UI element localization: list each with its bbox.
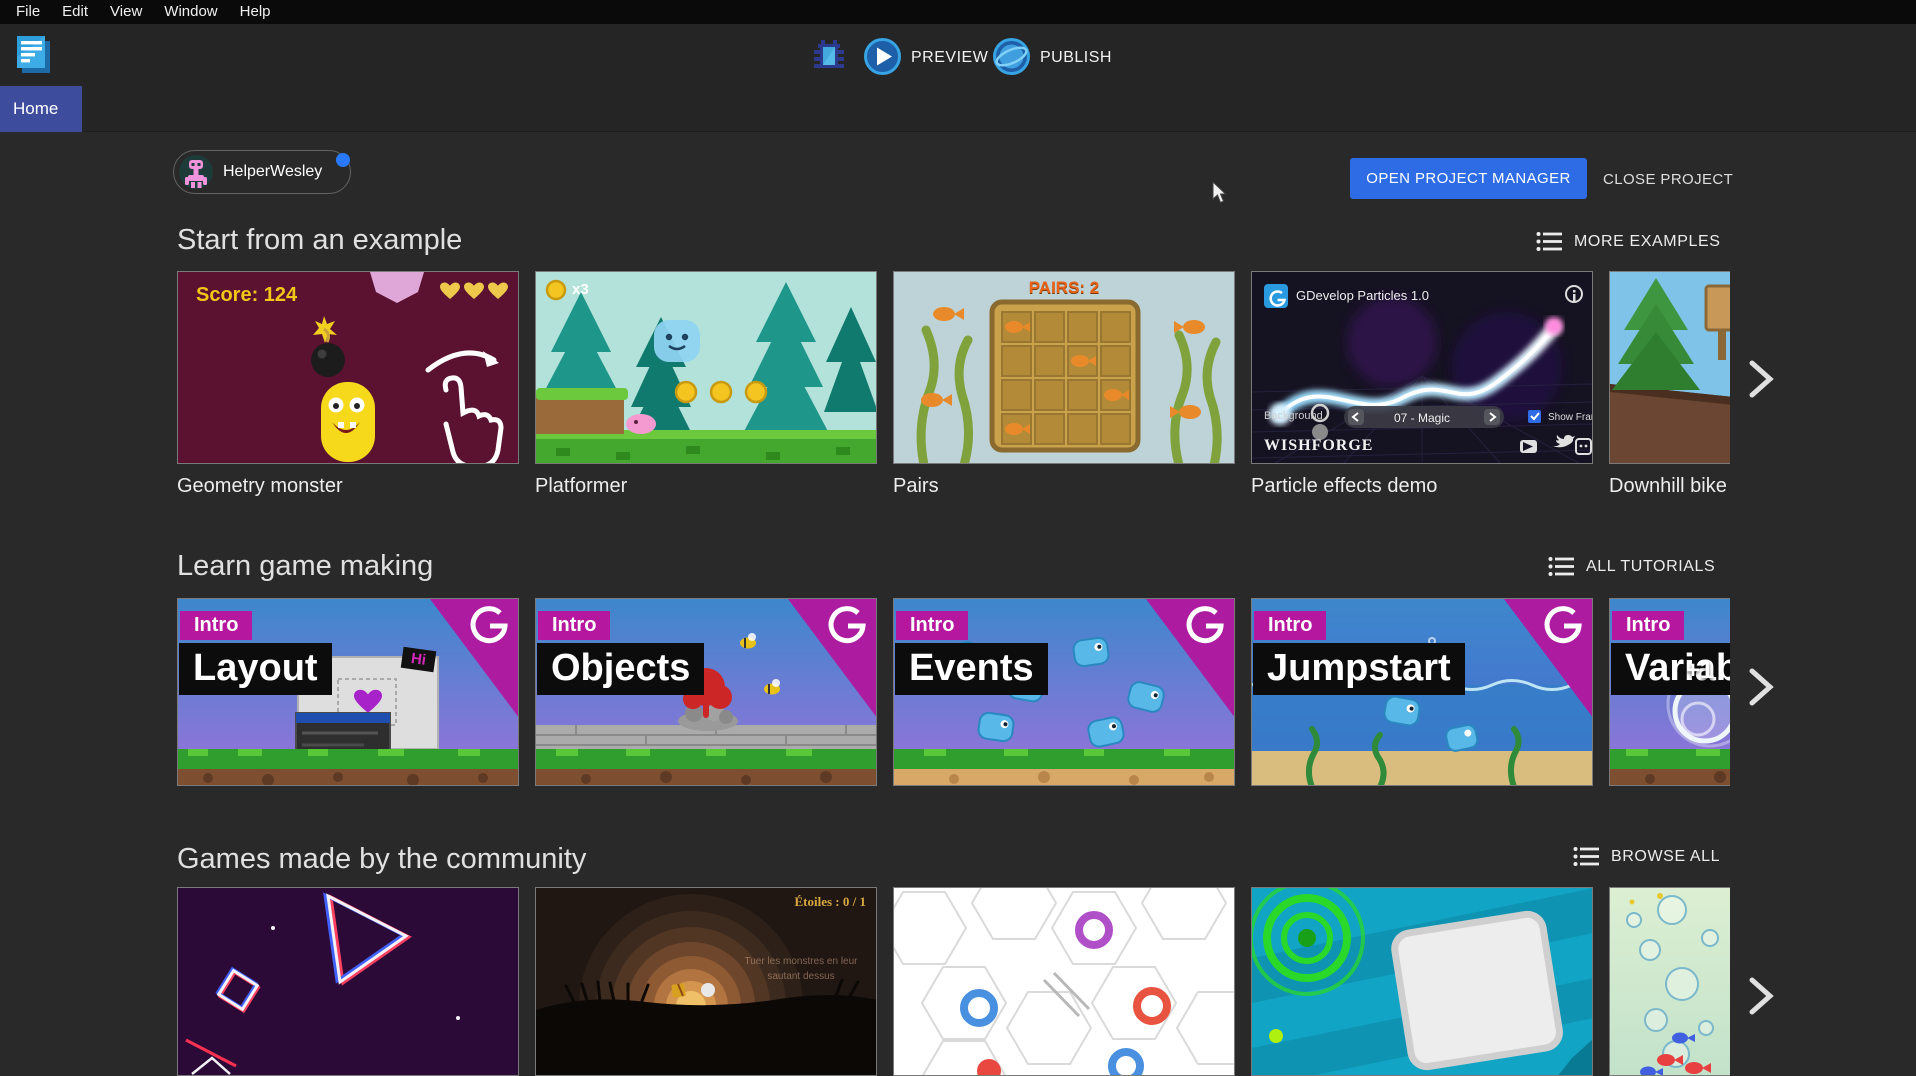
community-card-neon-geometry[interactable] [177,887,519,1076]
publish-planet-icon [993,38,1030,75]
notification-dot [336,153,350,167]
preview-label: PREVIEW [911,47,988,67]
stars-counter: Étoiles : 0 / 1 [795,894,867,910]
bubble-game-art [1610,888,1730,1076]
tutorial-card-layout[interactable]: Intro Layout Hi [177,598,519,786]
community-card-teal-arcade[interactable] [1251,887,1593,1076]
play-circle-icon [864,38,901,75]
score-text: Score: 124 [196,284,297,307]
community-next-chevron[interactable] [1740,972,1780,1020]
intro-badge: Intro [180,611,252,640]
username: HelperWesley [223,163,322,181]
list-icon [1536,231,1562,252]
hexagon-puzzle-art [894,888,1235,1076]
intro-badge: Intro [1254,611,1326,640]
example-card-particle-effects[interactable]: GDevelop Particles 1.0 Background 07 - M… [1251,271,1593,498]
example-card-downhill-bike[interactable]: Downhill bike [1609,271,1730,498]
publish-label: PUBLISH [1040,47,1112,67]
card-label: Platformer [535,475,877,498]
card-label: Pairs [893,475,1235,498]
debugger-icon[interactable] [810,36,848,74]
all-tutorials-label: ALL TUTORIALS [1586,558,1715,576]
particles-app-title: GDevelop Particles 1.0 [1296,288,1429,303]
background-label: Background [1264,410,1323,422]
tutorial-word: Events [895,643,1048,695]
wishforge-brand: WISHFORGE [1264,437,1373,455]
list-icon [1573,846,1599,867]
show-frame-label: Show Frame [1548,412,1593,423]
tab-bar: Home [0,86,1916,132]
example-card-geometry-monster[interactable]: Score: 124 Geometry monster [177,271,519,498]
community-carousel: Étoiles : 0 / 1 Tuer les monstres en leu… [177,887,1730,1076]
section-title-tutorials: Learn game making [177,550,433,583]
tutorial-card-events[interactable]: Intro Events [893,598,1235,786]
intro-badge: Intro [538,611,610,640]
plus-one-counter: +1 [1686,657,1713,685]
example-card-platformer[interactable]: x3 Platformer [535,271,877,498]
examples-carousel: Score: 124 Geometry monster [177,271,1730,503]
card-label: Downhill bike [1609,475,1730,498]
section-title-examples: Start from an example [177,224,462,257]
menu-bar: File Edit View Window Help [0,0,1916,24]
toolbar: PREVIEW PUBLISH [0,24,1916,86]
community-card-hexagon-puzzle[interactable] [893,887,1235,1076]
gdevelop-window: File Edit View Window Help [0,0,1916,1076]
close-project-button[interactable]: CLOSE PROJECT [1597,158,1739,199]
tutorial-word: Objects [537,643,704,695]
downhill-bike-art [1610,272,1730,464]
preset-selector-value: 07 - Magic [1352,411,1492,425]
hi-tag: Hi [401,647,437,672]
tutorial-word: Jumpstart [1253,643,1465,695]
avatar [179,155,213,189]
menu-view[interactable]: View [99,0,153,24]
intro-badge: Intro [896,611,968,640]
tab-home[interactable]: Home [0,86,82,132]
card-label: Geometry monster [177,475,519,498]
preview-button[interactable]: PREVIEW [864,38,988,75]
menu-help[interactable]: Help [229,0,282,24]
tutorial-word: Layout [179,643,332,695]
more-examples-label: MORE EXAMPLES [1574,233,1721,251]
objective-hint: Tuer les monstres en leur sautant dessus [736,954,866,984]
example-card-pairs[interactable]: PAIRS: 2 Pairs [893,271,1235,498]
publish-button[interactable]: PUBLISH [993,38,1112,75]
teal-arcade-art [1252,888,1593,1076]
browse-all-label: BROWSE ALL [1611,848,1720,866]
all-tutorials-link[interactable]: ALL TUTORIALS [1548,556,1715,577]
browse-all-link[interactable]: BROWSE ALL [1573,846,1720,867]
tutorial-card-jumpstart[interactable]: Intro Jumpstart [1251,598,1593,786]
more-examples-link[interactable]: MORE EXAMPLES [1536,231,1721,252]
community-card-bubble-game[interactable] [1609,887,1730,1076]
menu-edit[interactable]: Edit [51,0,99,24]
user-profile-chip[interactable]: HelperWesley [173,150,351,194]
section-title-community: Games made by the community [177,843,586,876]
menu-window[interactable]: Window [153,0,228,24]
card-label: Particle effects demo [1251,475,1593,498]
menu-file[interactable]: File [5,0,51,24]
tutorial-card-objects[interactable]: Intro Objects [535,598,877,786]
coin-counter: x3 [572,281,589,298]
list-icon [1548,556,1574,577]
tutorials-carousel: Intro Layout Hi [177,598,1730,788]
neon-geometry-art [178,888,519,1076]
tutorial-card-variables[interactable]: Intro Variables +1 [1609,598,1730,786]
mouse-cursor [1212,182,1232,204]
platformer-art [536,272,877,464]
tab-home-label: Home [13,99,58,118]
robot-avatar-icon [179,155,213,189]
open-project-manager-button[interactable]: OPEN PROJECT MANAGER [1350,158,1587,199]
pairs-art [894,272,1235,464]
examples-next-chevron[interactable] [1740,355,1780,403]
intro-badge: Intro [1612,611,1684,640]
tutorials-next-chevron[interactable] [1740,663,1780,711]
community-card-sunset-platformer[interactable]: Étoiles : 0 / 1 Tuer les monstres en leu… [535,887,877,1076]
pairs-header: PAIRS: 2 [894,278,1234,298]
gdevelop-logo-icon [13,31,55,77]
